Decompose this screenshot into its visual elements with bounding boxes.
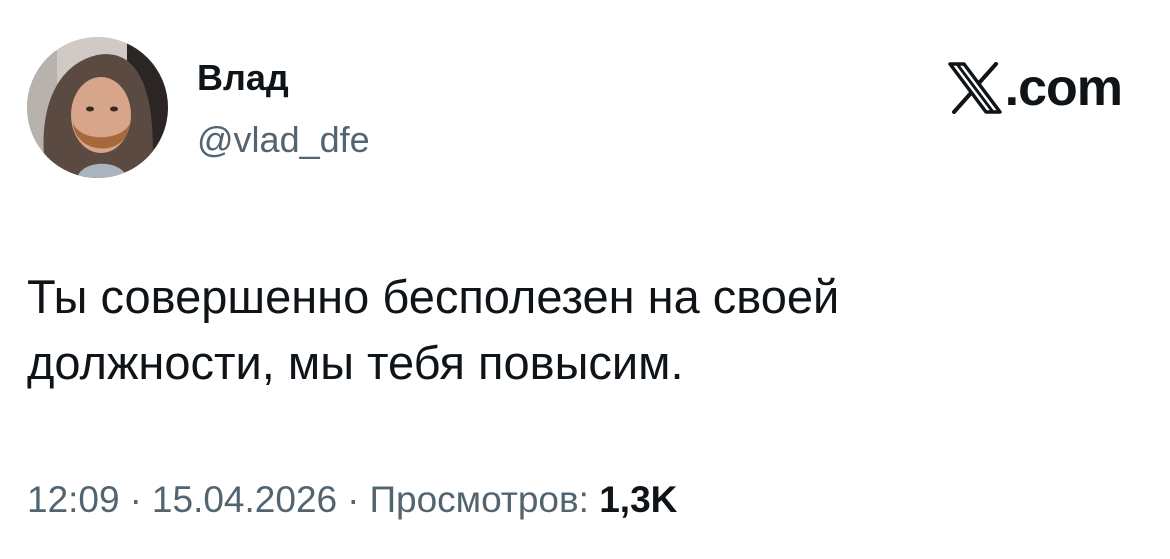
x-logo-icon bbox=[947, 62, 1002, 114]
views-count: 1,3K bbox=[599, 479, 678, 520]
avatar-image bbox=[27, 37, 168, 178]
tweet-text: Ты совершенно бесполезен на своей должно… bbox=[27, 264, 1127, 396]
tweet-meta: 12:09 · 15.04.2026 · Просмотров: 1,3K bbox=[27, 478, 677, 522]
tweet-text-line: Ты совершенно бесполезен на своей bbox=[27, 270, 840, 323]
author-display-name[interactable]: Влад bbox=[197, 56, 289, 100]
tweet-text-line: должности, мы тебя повысим. bbox=[27, 336, 684, 389]
tweet-time[interactable]: 12:09 bbox=[27, 479, 120, 520]
author-handle[interactable]: @vlad_dfe bbox=[197, 118, 370, 162]
tweet-date[interactable]: 15.04.2026 bbox=[152, 479, 337, 520]
meta-separator: · bbox=[129, 479, 142, 520]
brand-watermark: .com bbox=[947, 56, 1123, 120]
views-label: Просмотров: bbox=[369, 479, 589, 520]
brand-domain-text: .com bbox=[1004, 59, 1123, 117]
meta-separator: · bbox=[347, 479, 360, 520]
avatar[interactable] bbox=[27, 37, 168, 178]
